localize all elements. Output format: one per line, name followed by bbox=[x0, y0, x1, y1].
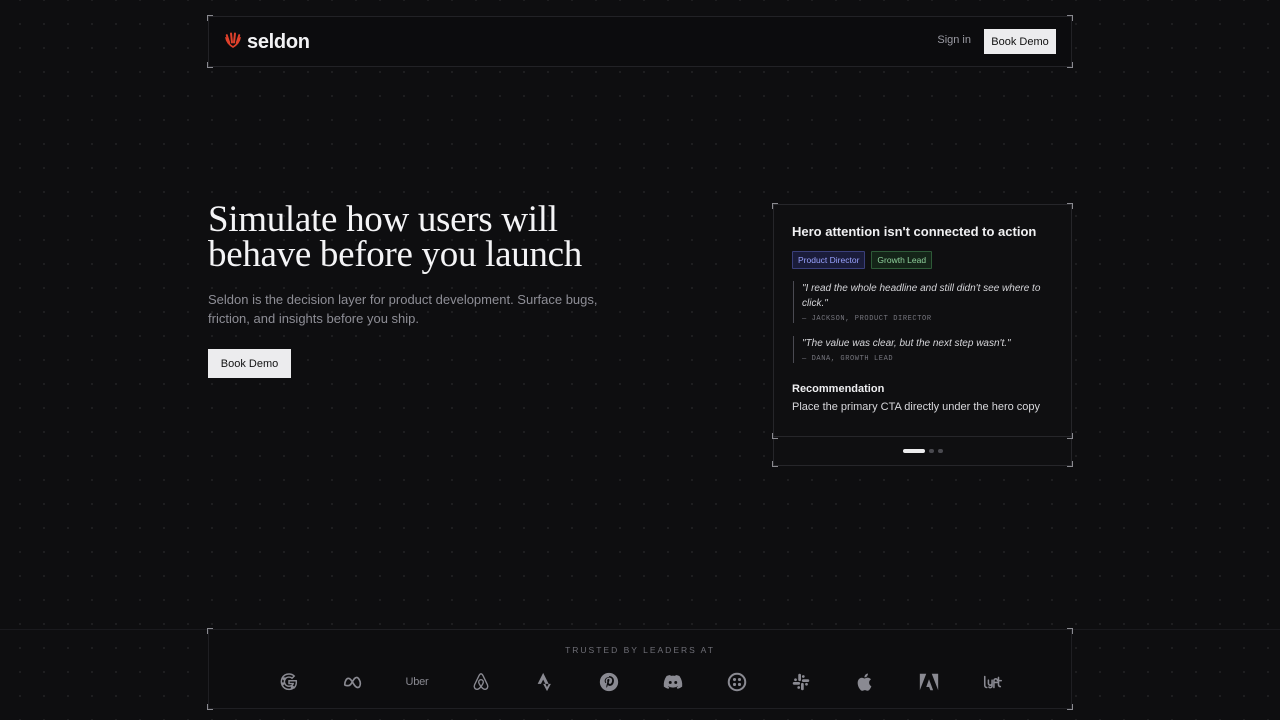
discord-icon bbox=[661, 670, 685, 694]
site-header: seldon Sign in Book Demo bbox=[207, 15, 1073, 68]
card-divider bbox=[774, 436, 1071, 437]
corner-marker bbox=[1067, 15, 1073, 21]
corner-marker bbox=[772, 461, 778, 467]
recommendation-title: Recommendation bbox=[792, 383, 885, 395]
google-icon bbox=[277, 670, 301, 694]
corner-marker bbox=[1067, 62, 1073, 68]
quote-text: "I read the whole headline and still did… bbox=[802, 283, 1041, 309]
corner-marker bbox=[772, 203, 778, 209]
corner-marker bbox=[207, 704, 213, 710]
carousel-dot-2[interactable] bbox=[929, 449, 934, 453]
user-quote: "The value was clear, but the next step … bbox=[793, 336, 1048, 363]
carousel-dot-3[interactable] bbox=[938, 449, 943, 453]
airbnb-icon bbox=[469, 670, 493, 694]
insight-card: Hero attention isn't connected to action… bbox=[772, 203, 1073, 467]
quote-author: — JACKSON, PRODUCT DIRECTOR bbox=[802, 315, 932, 323]
hero-subtitle: Seldon is the decision layer for product… bbox=[208, 292, 598, 326]
meta-icon bbox=[341, 670, 365, 694]
corner-marker bbox=[207, 62, 213, 68]
apple-icon bbox=[853, 670, 877, 694]
lyft-icon bbox=[981, 670, 1005, 694]
recommendation-text: Place the primary CTA directly under the… bbox=[792, 401, 1041, 413]
tag-growth-lead: Growth Lead bbox=[871, 251, 933, 269]
pinterest-icon bbox=[597, 670, 621, 694]
user-quote: "I read the whole headline and still did… bbox=[793, 281, 1048, 323]
corner-marker bbox=[207, 15, 213, 21]
uber-wordmark: Uber bbox=[405, 676, 429, 688]
customer-logos: Uber bbox=[277, 670, 1005, 694]
corner-marker bbox=[1067, 628, 1073, 634]
strava-icon bbox=[533, 670, 557, 694]
trusted-by-section: TRUSTED BY LEADERS AT Uber bbox=[207, 628, 1073, 710]
header-book-demo-button[interactable]: Book Demo bbox=[984, 29, 1056, 54]
brand-logo[interactable]: seldon bbox=[223, 30, 310, 55]
seldon-logo-icon bbox=[223, 30, 243, 55]
twilio-icon bbox=[725, 670, 749, 694]
logo-wordmark: seldon bbox=[247, 31, 310, 53]
uber-icon: Uber bbox=[405, 670, 429, 694]
quote-text: "The value was clear, but the next step … bbox=[802, 338, 1011, 349]
adobe-icon bbox=[917, 670, 941, 694]
insight-title: Hero attention isn't connected to action bbox=[792, 224, 1037, 239]
quote-author: — DANA, GROWTH LEAD bbox=[802, 355, 894, 363]
persona-tags: Product Director Growth Lead bbox=[792, 251, 933, 269]
hero-title: Simulate how users will behave before yo… bbox=[208, 199, 582, 275]
carousel-dot-1[interactable] bbox=[903, 449, 925, 453]
tag-product-director: Product Director bbox=[792, 251, 866, 269]
sign-in-link[interactable]: Sign in bbox=[937, 34, 971, 46]
corner-marker bbox=[1067, 461, 1073, 467]
trusted-label: TRUSTED BY LEADERS AT bbox=[565, 645, 715, 655]
corner-marker bbox=[207, 628, 213, 634]
corner-marker bbox=[1067, 203, 1073, 209]
carousel-indicator bbox=[903, 449, 943, 453]
corner-marker bbox=[1067, 704, 1073, 710]
slack-icon bbox=[789, 670, 813, 694]
hero-book-demo-button[interactable]: Book Demo bbox=[208, 349, 291, 378]
